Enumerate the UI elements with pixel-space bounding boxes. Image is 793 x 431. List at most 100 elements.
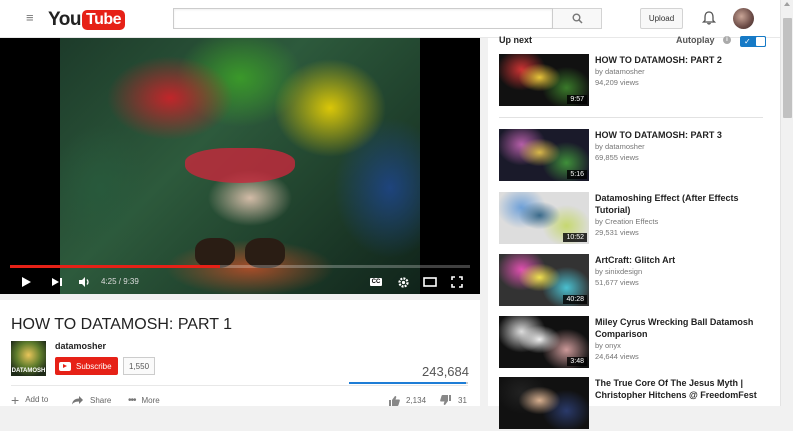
dislike-button[interactable]: 31 bbox=[440, 395, 467, 406]
fullscreen-icon bbox=[451, 276, 463, 288]
divider bbox=[11, 385, 468, 386]
video-channel: by sinixdesign bbox=[595, 267, 643, 276]
subscribe-button[interactable]: Subscribe bbox=[55, 357, 118, 375]
next-button[interactable] bbox=[49, 274, 65, 290]
thumbs-down-icon bbox=[440, 395, 451, 405]
logo-you-text: You bbox=[48, 8, 81, 30]
subscriber-count: 1,550 bbox=[123, 357, 156, 375]
recommendation-item[interactable]: 3:48 Miley Cyrus Wrecking Ball Datamosh C… bbox=[499, 316, 769, 370]
theater-mode-button[interactable] bbox=[422, 274, 438, 290]
recommendation-item[interactable]: The True Core Of The Jesus Myth | Christ… bbox=[499, 377, 769, 431]
toggle-knob bbox=[755, 36, 766, 47]
video-player[interactable]: 4:25 / 9:39 CC bbox=[0, 38, 480, 294]
channel-thumbnail[interactable]: DATAMOSH bbox=[11, 341, 46, 376]
dislike-portion bbox=[466, 382, 468, 384]
up-next-divider bbox=[499, 117, 763, 118]
like-count: 2,134 bbox=[406, 396, 427, 405]
progress-bar[interactable] bbox=[10, 265, 470, 268]
share-button[interactable]: Share bbox=[71, 395, 111, 405]
like-sentiment-bar bbox=[349, 382, 468, 384]
check-icon: ✓ bbox=[744, 37, 751, 46]
video-views: 69,855 views bbox=[595, 153, 639, 162]
notifications-bell-icon[interactable] bbox=[701, 10, 717, 26]
play-button[interactable] bbox=[18, 274, 34, 290]
video-thumbnail[interactable]: 40:28 bbox=[499, 254, 589, 306]
video-content-mustache-left bbox=[195, 238, 235, 268]
youtube-play-icon bbox=[59, 361, 71, 371]
cc-icon: CC bbox=[369, 278, 383, 286]
youtube-logo[interactable]: You Tube bbox=[48, 8, 126, 30]
logo-tube-text: Tube bbox=[81, 9, 126, 30]
video-views: 94,209 views bbox=[595, 78, 639, 87]
dislike-count: 31 bbox=[458, 396, 467, 405]
avatar[interactable] bbox=[733, 8, 754, 29]
video-title-link[interactable]: The True Core Of The Jesus Myth | Christ… bbox=[595, 377, 769, 401]
watch-info: HOW TO DATAMOSH: PART 1 DATAMOSH datamos… bbox=[0, 300, 480, 408]
scroll-up-arrow-icon[interactable] bbox=[784, 2, 790, 6]
search-input[interactable] bbox=[173, 8, 553, 29]
autoplay-label: Autoplay bbox=[676, 35, 715, 45]
recommendation-item[interactable]: 10:52 Datamoshing Effect (After Effects T… bbox=[499, 192, 769, 246]
settings-button[interactable] bbox=[395, 274, 411, 290]
subscribe-label: Subscribe bbox=[76, 361, 112, 371]
video-title-link[interactable]: HOW TO DATAMOSH: PART 2 bbox=[595, 54, 769, 66]
info-icon[interactable]: i bbox=[723, 36, 731, 44]
video-title-link[interactable]: Datamoshing Effect (After Effects Tutori… bbox=[595, 192, 769, 216]
more-button[interactable]: ••• More bbox=[128, 395, 160, 406]
captions-button[interactable]: CC bbox=[368, 274, 384, 290]
video-content-mustache-right bbox=[245, 238, 285, 268]
add-to-label: Add to bbox=[25, 395, 49, 404]
video-content-mask bbox=[185, 148, 295, 183]
search-icon bbox=[572, 13, 583, 24]
recommendation-item[interactable]: 9:57 HOW TO DATAMOSH: PART 2 by datamosher… bbox=[499, 54, 769, 108]
video-title-link[interactable]: ArtCraft: Glitch Art bbox=[595, 254, 769, 266]
video-thumbnail[interactable]: 5:16 bbox=[499, 129, 589, 181]
video-title: HOW TO DATAMOSH: PART 1 bbox=[11, 316, 233, 333]
video-thumbnail[interactable] bbox=[499, 377, 589, 429]
fullscreen-button[interactable] bbox=[449, 274, 465, 290]
channel-name[interactable]: datamosher bbox=[55, 341, 106, 351]
video-duration: 5:16 bbox=[567, 170, 587, 179]
autoplay-toggle[interactable]: ✓ bbox=[740, 36, 766, 47]
video-views: 24,644 views bbox=[595, 352, 639, 361]
recommendation-item[interactable]: 5:16 HOW TO DATAMOSH: PART 3 by datamosher… bbox=[499, 129, 769, 183]
next-icon bbox=[52, 278, 62, 286]
video-thumbnail[interactable]: 3:48 bbox=[499, 316, 589, 368]
video-thumbnail[interactable]: 10:52 bbox=[499, 192, 589, 244]
play-icon bbox=[22, 277, 31, 287]
plus-icon: + bbox=[11, 391, 20, 408]
search-button[interactable] bbox=[553, 8, 602, 29]
video-title-link[interactable]: Miley Cyrus Wrecking Ball Datamosh Compa… bbox=[595, 316, 769, 340]
more-label: More bbox=[141, 396, 160, 405]
up-next-heading: Up next bbox=[499, 35, 533, 45]
video-channel: by onyx bbox=[595, 341, 621, 350]
video-duration: 9:57 bbox=[567, 95, 587, 104]
add-to-button[interactable]: + Add to bbox=[11, 391, 49, 408]
video-thumbnail[interactable]: 9:57 bbox=[499, 54, 589, 106]
video-views: 51,677 views bbox=[595, 278, 639, 287]
time-display: 4:25 / 9:39 bbox=[101, 277, 139, 286]
like-button[interactable]: 2,134 bbox=[388, 395, 426, 406]
view-count: 243,684 bbox=[422, 364, 469, 379]
video-title-link[interactable]: HOW TO DATAMOSH: PART 3 bbox=[595, 129, 769, 141]
channel-thumbnail-label: DATAMOSH bbox=[11, 368, 46, 374]
video-duration: 40:28 bbox=[563, 295, 587, 304]
masthead: ≡ You Tube Upload bbox=[0, 0, 780, 38]
share-icon bbox=[72, 396, 83, 405]
theater-icon bbox=[423, 277, 437, 287]
progress-played bbox=[10, 265, 221, 268]
video-duration: 10:52 bbox=[563, 233, 587, 242]
volume-icon bbox=[78, 277, 89, 287]
video-duration: 3:48 bbox=[567, 357, 587, 366]
more-dots-icon: ••• bbox=[128, 395, 136, 406]
scroll-thumb[interactable] bbox=[783, 18, 792, 118]
thumbs-up-icon bbox=[389, 396, 400, 406]
upload-button[interactable]: Upload bbox=[640, 8, 683, 29]
page-scrollbar[interactable] bbox=[780, 0, 793, 406]
video-views: 29,531 views bbox=[595, 228, 639, 237]
video-channel: by datamosher bbox=[595, 67, 645, 76]
volume-button[interactable] bbox=[76, 274, 92, 290]
video-frame[interactable] bbox=[60, 38, 420, 294]
guide-menu-icon[interactable]: ≡ bbox=[26, 11, 38, 24]
recommendation-item[interactable]: 40:28 ArtCraft: Glitch Art by sinixdesign 5… bbox=[499, 254, 769, 308]
